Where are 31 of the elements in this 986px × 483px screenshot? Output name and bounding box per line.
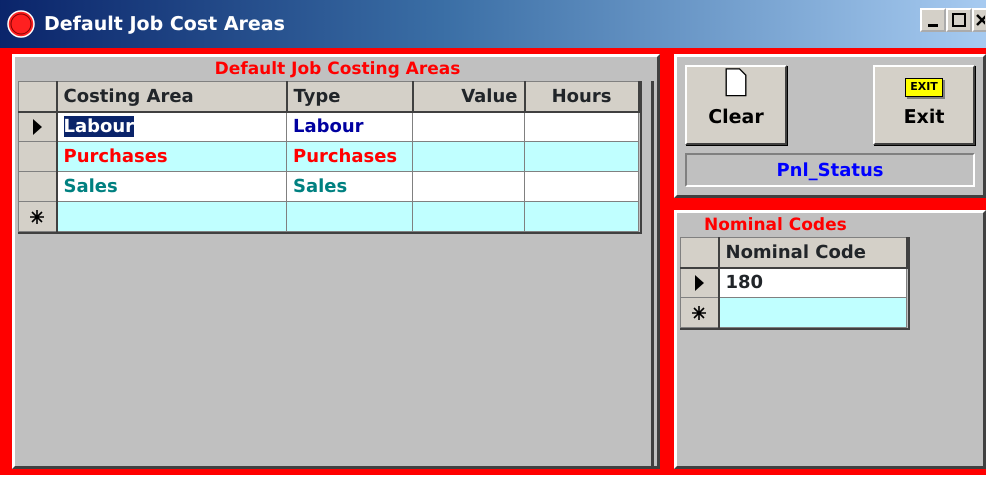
row-selector[interactable] xyxy=(18,112,56,142)
status-panel: Pnl_Status xyxy=(685,153,975,187)
row-selector[interactable] xyxy=(680,298,718,328)
document-icon xyxy=(724,68,748,96)
minimize-button[interactable] xyxy=(920,8,946,32)
column-header[interactable]: Nominal Code xyxy=(718,238,906,268)
new-row-icon xyxy=(691,305,708,322)
column-header[interactable]: Hours xyxy=(524,82,638,112)
exit-button[interactable]: EXIT Exit xyxy=(873,65,975,145)
app-logo-icon xyxy=(6,9,36,39)
panel-title: Nominal Codes xyxy=(704,215,847,235)
row-selector[interactable] xyxy=(18,202,56,232)
close-icon xyxy=(975,13,985,27)
panel-title: Default Job Costing Areas xyxy=(214,59,460,79)
current-row-icon xyxy=(31,118,44,136)
column-header[interactable]: Costing Area xyxy=(56,82,286,112)
table-cell[interactable]: Sales xyxy=(64,176,118,197)
maximize-icon xyxy=(952,13,966,27)
new-row-icon xyxy=(29,209,46,226)
clear-button[interactable]: Clear xyxy=(685,65,787,145)
window-title: Default Job Cost Areas xyxy=(44,12,286,37)
exit-icon: EXIT xyxy=(905,78,943,96)
column-header[interactable]: Type xyxy=(286,82,412,112)
minimize-icon xyxy=(928,24,938,26)
table-cell[interactable]: 180 xyxy=(726,272,764,294)
close-button[interactable] xyxy=(972,8,986,32)
current-row-icon xyxy=(693,274,706,292)
table-cell[interactable]: Labour xyxy=(64,116,134,138)
column-header[interactable]: Value xyxy=(412,82,524,112)
maximize-button[interactable] xyxy=(946,8,972,32)
row-selector[interactable] xyxy=(680,268,718,298)
